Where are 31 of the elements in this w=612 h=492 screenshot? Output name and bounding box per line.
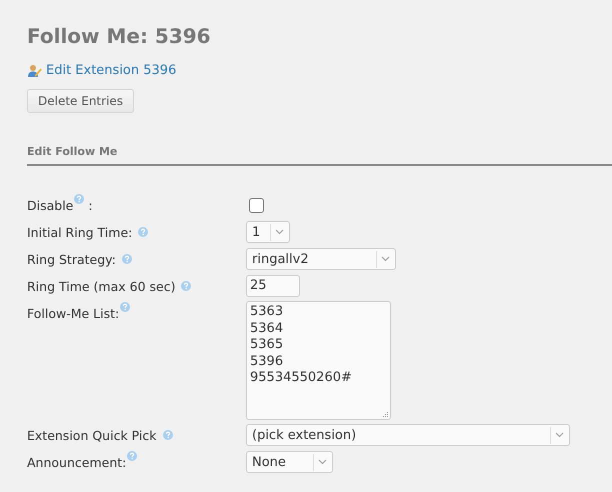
- dropdown[interactable]: 1: [246, 221, 290, 243]
- help-icon[interactable]: [162, 430, 173, 440]
- section-title: Edit Follow Me: [27, 145, 118, 160]
- field-label: Follow-Me List:: [27, 306, 120, 320]
- dropdown[interactable]: (pick extension): [246, 424, 570, 446]
- caret-icon: [318, 459, 326, 465]
- caret-icon: [274, 229, 284, 235]
- caret-icon: [554, 432, 564, 438]
- help-icon[interactable]: [74, 194, 84, 204]
- field-label: Announcement:: [27, 454, 126, 470]
- dropdown[interactable]: ringallv2: [246, 248, 396, 270]
- help-icon[interactable]: [181, 281, 192, 291]
- caret-icon: [380, 256, 390, 262]
- colon-text: :: [88, 198, 93, 212]
- field-label: Disable: [27, 198, 74, 212]
- help-icon[interactable]: [127, 451, 138, 461]
- help-icon[interactable]: [120, 302, 130, 312]
- text-area[interactable]: 5363 5364 5365 5396 95534550260#: [246, 301, 391, 420]
- edit-extension-link[interactable]: Edit Extension 5396: [46, 63, 176, 78]
- field-label: Initial Ring Time:: [27, 224, 132, 240]
- page-title: Follow Me: 5396: [27, 23, 212, 50]
- help-icon[interactable]: [138, 227, 148, 237]
- input-field[interactable]: 25: [246, 275, 300, 297]
- delete-entries-button[interactable]: Delete Entries: [27, 89, 134, 113]
- user-edit-icon: [27, 64, 42, 78]
- disable-checkbox[interactable]: [249, 198, 264, 212]
- field-label: Ring Time (max 60 sec): [27, 278, 176, 294]
- field-label: Extension Quick Pick: [27, 428, 157, 442]
- help-icon[interactable]: [122, 254, 132, 264]
- dropdown[interactable]: None: [246, 451, 333, 473]
- field-label: Ring Strategy:: [27, 252, 116, 266]
